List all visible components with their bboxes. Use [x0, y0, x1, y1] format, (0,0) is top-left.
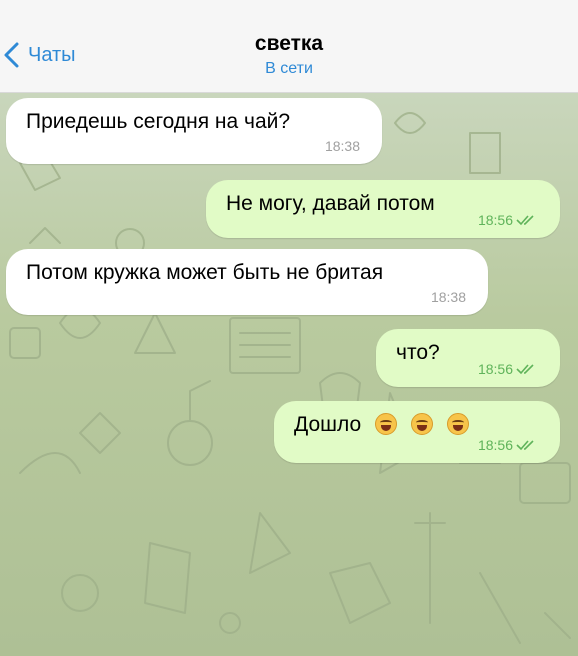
message-time-wrap: 18:56 — [478, 361, 538, 377]
message-time-wrap: 18:56 — [478, 437, 538, 453]
message-bubble[interactable]: Потом кружка может быть не бритая 18:38 — [6, 249, 488, 315]
message-bubble[interactable]: Дошло 18:56 — [274, 401, 560, 463]
chat-area[interactable]: Приедешь сегодня на чай? 18:38 Не могу, … — [0, 93, 578, 656]
message-text: что? — [396, 341, 440, 364]
message-text: Потом кружка может быть не бритая — [26, 261, 384, 284]
message-bubble[interactable]: что? 18:56 — [376, 329, 560, 387]
message-bubble[interactable]: Приедешь сегодня на чай? 18:38 — [6, 98, 382, 164]
double-check-icon — [516, 364, 534, 375]
joy-emoji-icon — [375, 413, 397, 435]
message-time: 18:56 — [477, 437, 513, 453]
message-time: 18:56 — [477, 361, 513, 377]
double-check-icon — [516, 215, 534, 226]
message-time: 18:38 — [324, 138, 360, 154]
message-time-wrap: 18:56 — [478, 212, 538, 228]
double-check-icon — [516, 440, 534, 451]
message-text: Приедешь сегодня на чай? — [26, 110, 291, 133]
message-text: Дошло — [294, 413, 362, 436]
contact-name[interactable]: светка — [0, 32, 578, 56]
chat-header: Чаты светка В сети — [0, 0, 578, 93]
message-time: 18:56 — [477, 212, 513, 228]
message-bubble[interactable]: Не могу, давай потом 18:56 — [206, 180, 560, 238]
joy-emoji-icon — [446, 413, 469, 435]
online-status: В сети — [265, 60, 313, 77]
message-text: Не могу, давай потом — [226, 192, 435, 215]
joy-emoji-icon — [410, 413, 433, 435]
message-time: 18:38 — [430, 289, 466, 305]
